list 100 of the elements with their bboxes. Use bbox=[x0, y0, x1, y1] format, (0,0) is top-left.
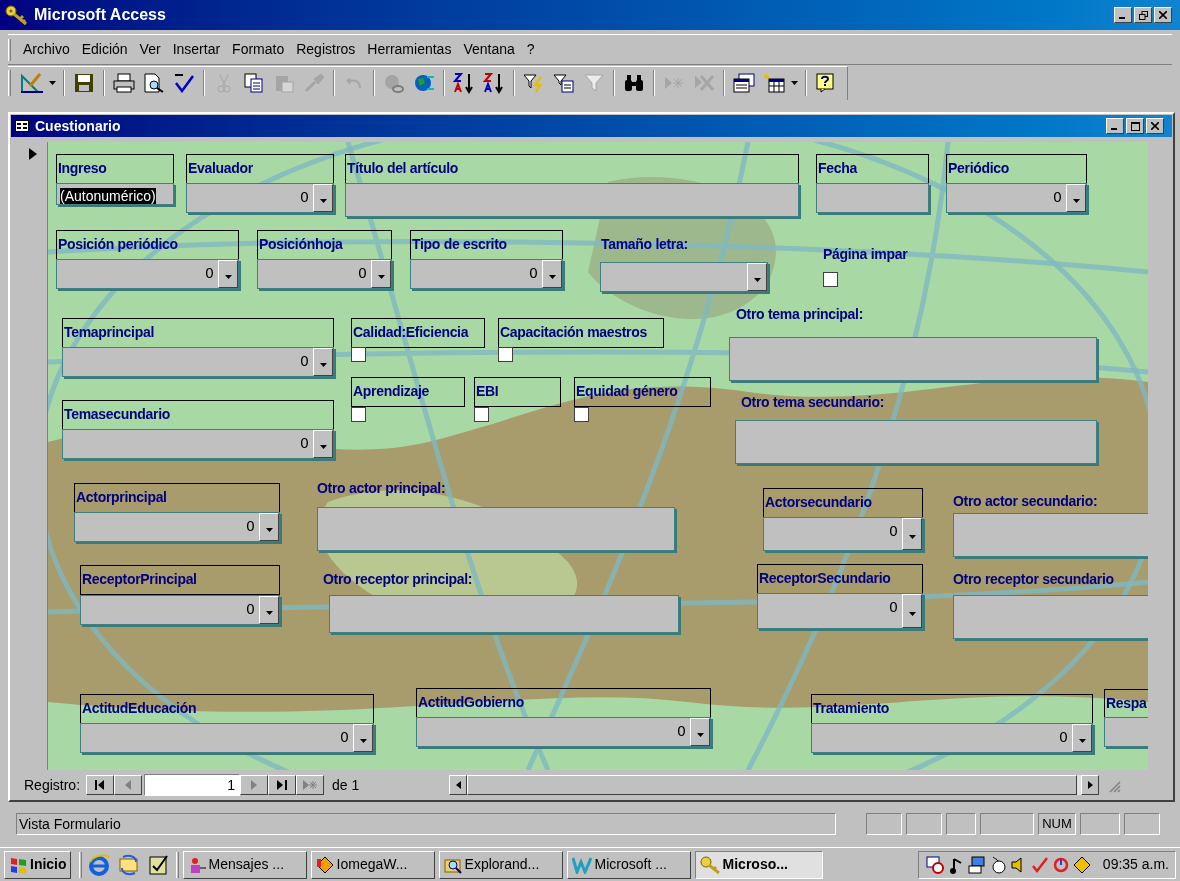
app-title: Microsoft Access bbox=[34, 5, 166, 25]
tray-icon-button[interactable] bbox=[1071, 854, 1092, 875]
taskbar-button[interactable]: Mensajes ... bbox=[182, 850, 307, 879]
status-panel bbox=[906, 813, 942, 835]
caret-icon bbox=[359, 739, 367, 743]
resize-grip-icon bbox=[1107, 779, 1122, 793]
dropdown-button[interactable] bbox=[259, 596, 279, 624]
combo-value: 0 bbox=[1052, 188, 1063, 207]
scroll-right-icon bbox=[1087, 781, 1093, 789]
combo-box[interactable]: 0 bbox=[186, 183, 334, 213]
menu-item[interactable]: Archivo bbox=[17, 39, 76, 60]
minimize-button[interactable] bbox=[1106, 118, 1124, 134]
field-label: Tamaño letra: bbox=[601, 237, 688, 251]
combo-box[interactable]: 0 bbox=[763, 517, 923, 551]
caret-icon bbox=[377, 275, 385, 279]
text-field[interactable] bbox=[729, 337, 1097, 381]
taskbar-button[interactable]: IomegaW... bbox=[310, 850, 435, 879]
dropdown-button[interactable] bbox=[690, 718, 710, 746]
record-number-field[interactable]: 1 bbox=[144, 774, 241, 796]
maximize-button[interactable] bbox=[1126, 118, 1144, 134]
field-label: EBI bbox=[474, 377, 561, 407]
combo-box[interactable]: 0 bbox=[56, 259, 239, 289]
form-icon bbox=[15, 120, 29, 132]
close-button[interactable] bbox=[1154, 7, 1172, 23]
menu-item[interactable]: Formato bbox=[226, 39, 291, 60]
restore-icon bbox=[1138, 10, 1148, 20]
taskbar-button[interactable]: Microso... bbox=[694, 850, 823, 879]
combo-box[interactable]: 0 bbox=[80, 595, 280, 625]
combo-value: 0 bbox=[1058, 728, 1069, 747]
tray-icon-button[interactable] bbox=[924, 854, 945, 875]
dropdown-button[interactable] bbox=[371, 260, 391, 288]
text-field[interactable] bbox=[1104, 717, 1148, 747]
dropdown-button[interactable] bbox=[313, 430, 333, 458]
combo-box[interactable]: 0 bbox=[757, 593, 923, 629]
dropdown-button[interactable] bbox=[902, 594, 922, 628]
menu-item[interactable]: Insertar bbox=[166, 39, 227, 60]
taskbar-button[interactable]: Microsoft ... bbox=[566, 850, 691, 879]
dropdown-button[interactable] bbox=[542, 260, 562, 288]
combo-box[interactable]: 0 bbox=[62, 347, 334, 377]
globe-arrows-icon bbox=[413, 73, 435, 93]
caret-icon bbox=[49, 80, 57, 86]
text-field[interactable] bbox=[329, 595, 679, 633]
close-button[interactable] bbox=[1146, 118, 1164, 134]
start-button[interactable]: Inicio bbox=[4, 850, 71, 879]
dropdown-button[interactable] bbox=[747, 263, 767, 291]
dropdown-button[interactable] bbox=[1072, 724, 1092, 752]
text-field[interactable] bbox=[317, 507, 675, 551]
checkbox[interactable] bbox=[351, 347, 366, 362]
horizontal-scrollbar[interactable] bbox=[449, 775, 1100, 795]
menu-item[interactable]: Herramientas bbox=[361, 39, 458, 60]
checkbox[interactable] bbox=[823, 272, 838, 287]
restore-button[interactable] bbox=[1134, 7, 1152, 23]
checkbox[interactable] bbox=[574, 407, 589, 422]
menu-item[interactable]: Registros bbox=[290, 39, 362, 60]
taskbar-button[interactable]: Explorand... bbox=[438, 850, 563, 879]
text-field[interactable] bbox=[816, 183, 929, 213]
sort-ascending-icon bbox=[453, 72, 475, 94]
first-record-button[interactable] bbox=[86, 775, 115, 795]
combo-box[interactable]: 0 bbox=[74, 512, 280, 542]
text-field[interactable] bbox=[345, 183, 799, 217]
dropdown-button[interactable] bbox=[1066, 184, 1086, 212]
last-icon bbox=[277, 780, 288, 790]
tray-icon-button[interactable] bbox=[966, 854, 987, 875]
checkbox[interactable] bbox=[351, 407, 366, 422]
diamond-icon bbox=[315, 855, 334, 874]
dropdown-button[interactable] bbox=[259, 513, 279, 541]
combo-box[interactable]: 0 bbox=[80, 723, 374, 753]
combo-box[interactable]: 0 bbox=[410, 259, 563, 289]
field-label: Otro actor principal: bbox=[317, 481, 446, 495]
checkbox[interactable] bbox=[498, 347, 513, 362]
combo-box[interactable]: 0 bbox=[62, 429, 334, 459]
previous-record-button[interactable] bbox=[114, 775, 143, 795]
combo-box[interactable]: 0 bbox=[811, 723, 1093, 753]
combo-box[interactable]: 0 bbox=[946, 183, 1087, 213]
dropdown-button[interactable] bbox=[313, 184, 333, 212]
dropdown-button[interactable] bbox=[353, 724, 373, 752]
new-record-button[interactable] bbox=[296, 775, 325, 795]
caret-icon bbox=[548, 275, 556, 279]
status-panel bbox=[946, 813, 976, 835]
minimize-button[interactable] bbox=[1114, 7, 1132, 23]
last-record-button[interactable] bbox=[268, 775, 297, 795]
menu-item[interactable]: Ventana bbox=[457, 39, 521, 60]
text-field[interactable]: (Autonumérico) bbox=[56, 183, 174, 205]
filter-form-icon bbox=[553, 73, 575, 93]
next-record-button[interactable] bbox=[240, 775, 269, 795]
dropdown-button[interactable] bbox=[313, 348, 333, 376]
text-field[interactable] bbox=[735, 420, 1097, 464]
checkbox[interactable] bbox=[474, 407, 489, 422]
dropdown-button[interactable] bbox=[218, 260, 238, 288]
combo-box[interactable]: 0 bbox=[257, 259, 392, 289]
menu-item[interactable]: ? bbox=[520, 39, 541, 60]
combo-box[interactable]: 0 bbox=[416, 717, 711, 747]
combo-value: 0 bbox=[245, 517, 256, 536]
menu-item[interactable]: Ver bbox=[133, 39, 167, 60]
dropdown-button[interactable] bbox=[902, 518, 922, 550]
menu-item[interactable]: Edición bbox=[75, 39, 134, 60]
text-field[interactable] bbox=[953, 513, 1148, 557]
undo-icon bbox=[344, 75, 364, 91]
text-field[interactable] bbox=[953, 595, 1148, 639]
checkmark-icon bbox=[1030, 855, 1049, 874]
